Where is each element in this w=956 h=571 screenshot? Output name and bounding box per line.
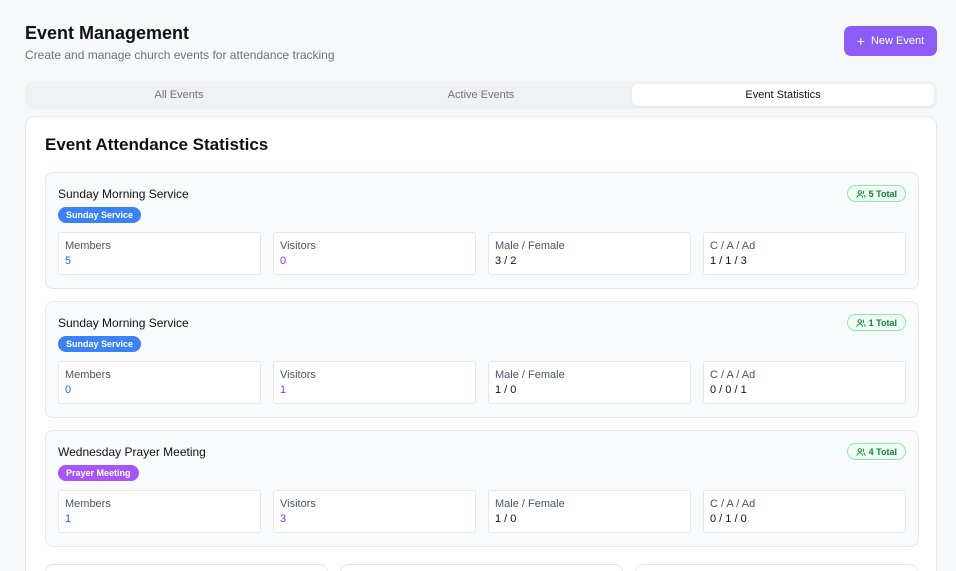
new-event-label: New Event [870, 35, 925, 47]
event-name: Sunday Morning Service [58, 316, 189, 330]
stat-label: C / A / Ad [710, 498, 756, 510]
total-label: 4 Total [868, 446, 897, 457]
total-badge: 4 Total [846, 443, 906, 460]
total-badge: 1 Total [846, 314, 906, 331]
tab-all-events[interactable]: All Events [28, 84, 330, 106]
statistics-panel: Event Attendance Statistics Sunday Morni… [25, 116, 937, 571]
page-subtitle: Create and manage church events for atte… [25, 48, 335, 62]
tab-bar: All Events Active Events Event Statistic… [25, 81, 937, 109]
age-value: 1 / 1 / 3 [710, 255, 747, 267]
summary-card [45, 564, 328, 571]
event-type-badge: Sunday Service [58, 336, 142, 352]
age-stat: C / A / Ad 1 / 1 / 3 [703, 232, 906, 275]
visitors-stat: Visitors 0 [273, 232, 476, 275]
tab-event-statistics[interactable]: Event Statistics [632, 84, 934, 106]
gender-value: 3 / 2 [495, 255, 517, 267]
total-badge: 5 Total [846, 185, 906, 202]
tab-active-events[interactable]: Active Events [330, 84, 632, 106]
members-stat: Members 0 [58, 361, 261, 404]
panel-title: Event Attendance Statistics [45, 135, 269, 154]
users-icon [856, 189, 866, 198]
event-name: Sunday Morning Service [58, 187, 189, 201]
stat-label: C / A / Ad [710, 240, 756, 252]
members-value: 1 [65, 513, 72, 525]
visitors-value: 0 [280, 255, 287, 267]
gender-value: 1 / 0 [495, 513, 517, 525]
total-label: 5 Total [868, 188, 897, 199]
stat-label: Visitors [280, 240, 316, 252]
members-stat: Members 5 [58, 232, 261, 275]
members-value: 5 [65, 255, 72, 267]
stat-label: Male / Female [495, 240, 565, 252]
age-stat: C / A / Ad 0 / 0 / 1 [703, 361, 906, 404]
summary-card [340, 564, 623, 571]
visitors-stat: Visitors 3 [273, 490, 476, 533]
members-value: 0 [65, 384, 72, 396]
visitors-value: 3 [280, 513, 287, 525]
gender-stat: Male / Female 1 / 0 [488, 490, 691, 533]
page-header: Event Management Create and manage churc… [25, 22, 335, 62]
age-value: 0 / 0 / 1 [710, 384, 747, 396]
gender-stat: Male / Female 3 / 2 [488, 232, 691, 275]
visitors-value: 1 [280, 384, 287, 396]
total-label: 1 Total [868, 317, 897, 328]
users-icon [856, 318, 866, 327]
stat-label: Members [65, 369, 111, 381]
gender-stat: Male / Female 1 / 0 [488, 361, 691, 404]
age-stat: C / A / Ad 0 / 1 / 0 [703, 490, 906, 533]
event-card: Sunday Morning Service Sunday Service 1 … [45, 301, 919, 418]
users-icon [856, 447, 866, 456]
stat-label: Visitors [280, 369, 316, 381]
visitors-stat: Visitors 1 [273, 361, 476, 404]
gender-value: 1 / 0 [495, 384, 517, 396]
event-type-badge: Prayer Meeting [58, 465, 139, 481]
page-title: Event Management [25, 23, 190, 43]
event-card: Sunday Morning Service Sunday Service 5 … [45, 172, 919, 289]
stat-label: C / A / Ad [710, 369, 756, 381]
stat-label: Male / Female [495, 498, 565, 510]
event-name: Wednesday Prayer Meeting [58, 445, 206, 459]
plus-icon: + [856, 33, 865, 49]
stat-label: Members [65, 498, 111, 510]
stat-label: Members [65, 240, 111, 252]
new-event-button[interactable]: + New Event [844, 26, 937, 56]
age-value: 0 / 1 / 0 [710, 513, 747, 525]
summary-card [635, 564, 918, 571]
stat-label: Male / Female [495, 369, 565, 381]
stat-label: Visitors [280, 498, 316, 510]
event-card: Wednesday Prayer Meeting Prayer Meeting … [45, 430, 919, 547]
event-type-badge: Sunday Service [58, 207, 142, 223]
members-stat: Members 1 [58, 490, 261, 533]
